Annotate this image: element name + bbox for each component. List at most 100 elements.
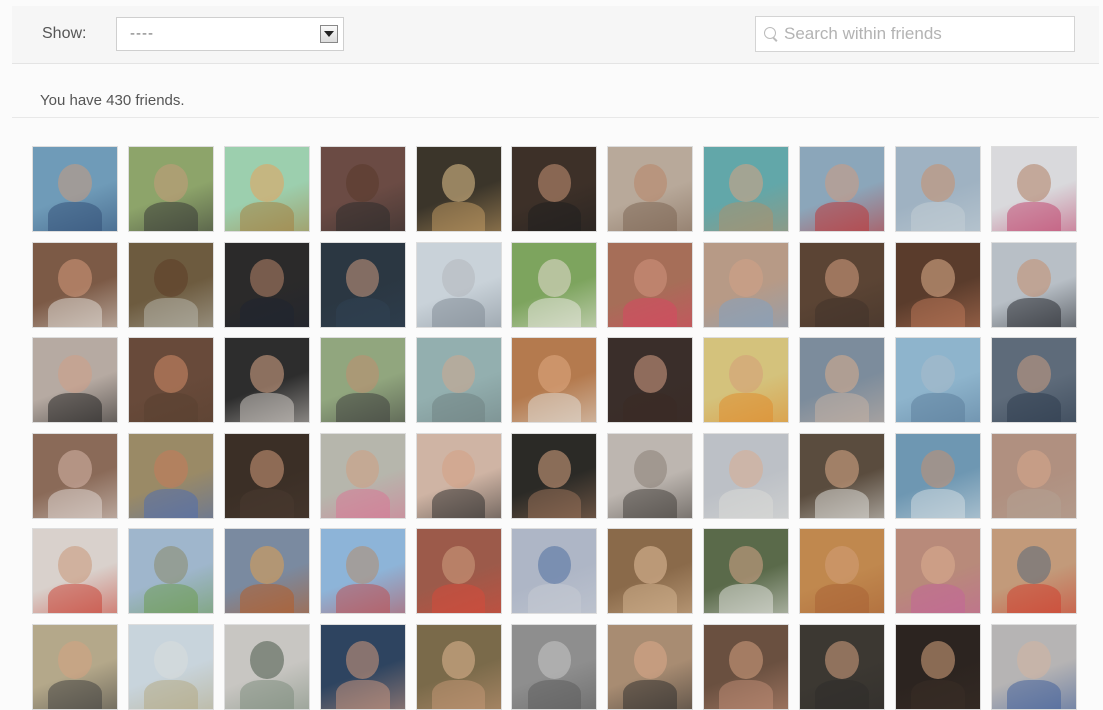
- friend-photo[interactable]: [32, 337, 118, 423]
- friend-photo-face: [154, 163, 188, 202]
- friend-photo[interactable]: [895, 623, 982, 710]
- friend-photo-body: [719, 393, 774, 422]
- friend-photo[interactable]: [415, 241, 502, 328]
- friend-photo[interactable]: [223, 146, 310, 232]
- friend-photo[interactable]: [223, 337, 310, 423]
- friend-photo[interactable]: [127, 146, 214, 232]
- friend-photo[interactable]: [511, 528, 598, 614]
- friend-photo[interactable]: [895, 432, 982, 519]
- friend-photo-body: [431, 584, 486, 613]
- friend-photo[interactable]: [319, 432, 406, 519]
- friend-photo[interactable]: [223, 528, 310, 614]
- friend-photo[interactable]: [990, 432, 1077, 519]
- friend-photo[interactable]: [32, 241, 118, 328]
- friend-photo[interactable]: [990, 146, 1077, 232]
- friend-photo[interactable]: [415, 146, 502, 232]
- friend-photo[interactable]: [127, 337, 214, 423]
- friend-photo[interactable]: [127, 241, 214, 328]
- friends-count-text: You have 430 friends.: [40, 92, 185, 109]
- friend-photo[interactable]: [415, 528, 502, 614]
- friend-photo[interactable]: [895, 528, 982, 614]
- friend-photo[interactable]: [990, 337, 1077, 423]
- friend-photo-face: [633, 641, 668, 680]
- friend-photo[interactable]: [319, 146, 406, 232]
- friend-photo[interactable]: [703, 623, 790, 710]
- friend-photo-face: [441, 641, 476, 680]
- friend-photo[interactable]: [607, 337, 694, 423]
- friend-photo[interactable]: [511, 337, 598, 423]
- friend-photo-face: [537, 354, 572, 393]
- friend-photo[interactable]: [319, 241, 406, 328]
- friends-photo-grid: [32, 146, 1077, 710]
- friend-photo-face: [1017, 450, 1051, 489]
- friend-photo[interactable]: [32, 146, 118, 232]
- friend-photo-body: [431, 202, 486, 231]
- friend-photo-body: [719, 297, 774, 327]
- search-friends-box[interactable]: [755, 16, 1075, 52]
- friend-photo[interactable]: [895, 241, 982, 328]
- friend-photo[interactable]: [607, 528, 694, 614]
- friend-photo-body: [527, 393, 582, 422]
- friend-photo[interactable]: [799, 241, 886, 328]
- friend-photo[interactable]: [607, 623, 694, 710]
- friend-photo-face: [921, 545, 955, 584]
- friend-photo-body: [911, 297, 965, 327]
- friend-photo[interactable]: [990, 623, 1077, 710]
- friend-photo-body: [815, 297, 869, 327]
- friend-photo[interactable]: [223, 241, 310, 328]
- friend-photo-face: [729, 641, 764, 680]
- friend-photo[interactable]: [32, 432, 118, 519]
- friend-photo[interactable]: [32, 528, 118, 614]
- friend-photo-body: [911, 202, 965, 231]
- friend-photo[interactable]: [32, 623, 118, 710]
- friend-photo[interactable]: [703, 241, 790, 328]
- divider: [12, 117, 1099, 118]
- friend-photo[interactable]: [223, 432, 310, 519]
- friend-photo[interactable]: [703, 337, 790, 423]
- friend-photo[interactable]: [703, 146, 790, 232]
- friend-photo[interactable]: [607, 241, 694, 328]
- friend-photo[interactable]: [799, 337, 886, 423]
- friend-photo-body: [911, 488, 965, 518]
- friend-photo[interactable]: [223, 623, 310, 710]
- friend-photo[interactable]: [990, 241, 1077, 328]
- show-filter-dropdown[interactable]: ----: [116, 17, 344, 51]
- friend-photo-face: [154, 450, 188, 489]
- friend-photo-face: [633, 259, 668, 298]
- friend-photo[interactable]: [799, 146, 886, 232]
- friend-photo[interactable]: [511, 146, 598, 232]
- friend-photo[interactable]: [127, 528, 214, 614]
- friend-photo[interactable]: [511, 623, 598, 710]
- friend-photo-face: [58, 163, 92, 202]
- friend-photo[interactable]: [415, 337, 502, 423]
- friend-photo[interactable]: [415, 623, 502, 710]
- friend-photo-body: [431, 679, 486, 709]
- friend-photo-body: [719, 202, 774, 231]
- friend-photo[interactable]: [990, 528, 1077, 614]
- friend-photo[interactable]: [799, 432, 886, 519]
- friend-photo[interactable]: [415, 432, 502, 519]
- friend-photo[interactable]: [799, 528, 886, 614]
- friend-photo[interactable]: [799, 623, 886, 710]
- friend-photo[interactable]: [703, 528, 790, 614]
- friend-photo[interactable]: [511, 241, 598, 328]
- friend-photo[interactable]: [607, 146, 694, 232]
- friend-photo[interactable]: [319, 337, 406, 423]
- friend-photo[interactable]: [127, 623, 214, 710]
- friend-photo[interactable]: [607, 432, 694, 519]
- friend-photo[interactable]: [319, 623, 406, 710]
- friend-photo-face: [1017, 545, 1051, 584]
- friend-photo[interactable]: [511, 432, 598, 519]
- friend-photo-face: [921, 259, 955, 298]
- search-friends-input[interactable]: [784, 22, 1066, 46]
- friend-photo[interactable]: [895, 146, 982, 232]
- friend-photo-face: [1017, 354, 1051, 393]
- friend-photo[interactable]: [703, 432, 790, 519]
- friend-photo-face: [441, 450, 476, 489]
- friend-photo-face: [249, 354, 284, 393]
- friend-photo[interactable]: [895, 337, 982, 423]
- dropdown-arrow-icon[interactable]: [320, 25, 338, 43]
- friend-photo[interactable]: [127, 432, 214, 519]
- show-filter-value: ----: [130, 25, 154, 42]
- friend-photo[interactable]: [319, 528, 406, 614]
